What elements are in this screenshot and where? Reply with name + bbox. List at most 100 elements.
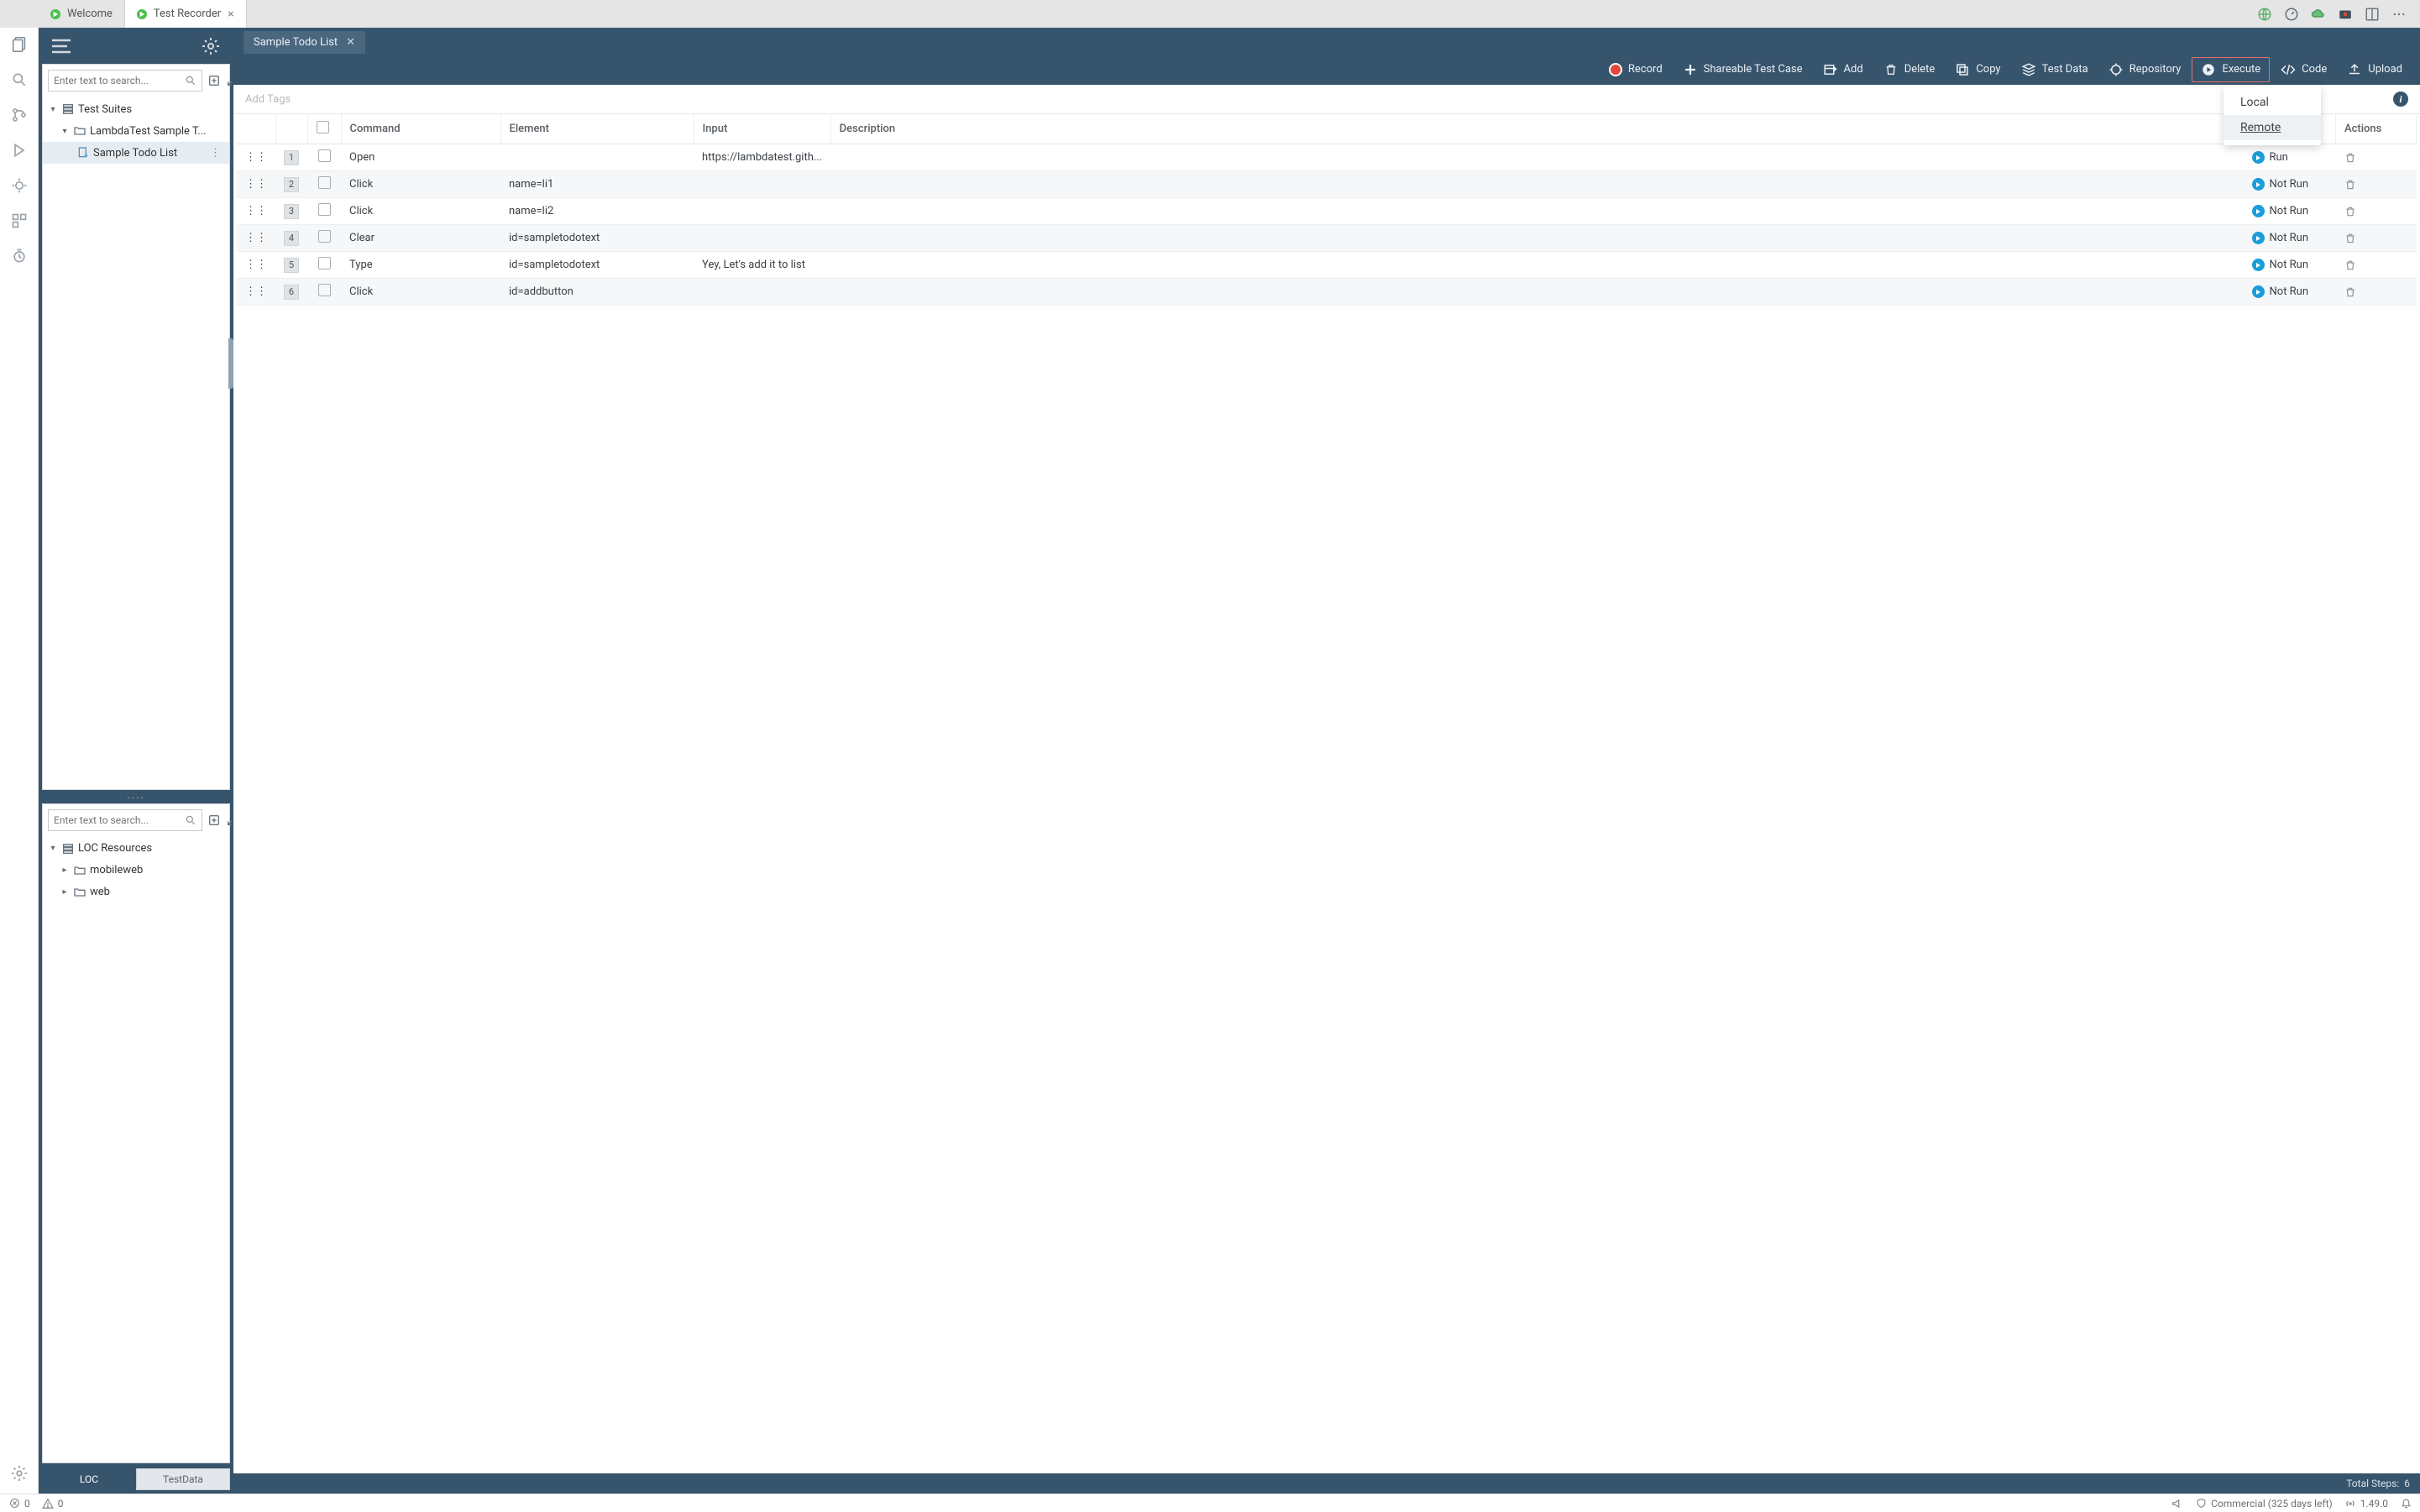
tab-test-recorder[interactable]: Test Recorder × — [125, 0, 247, 28]
cell-description[interactable] — [830, 171, 2243, 198]
play-step-icon[interactable] — [2252, 285, 2265, 298]
settings-icon[interactable] — [9, 1463, 29, 1483]
cell-description[interactable] — [830, 279, 2243, 306]
debug-icon[interactable] — [9, 175, 29, 196]
testdata-button[interactable]: Test Data — [2012, 57, 2098, 82]
cell-command[interactable]: Open — [341, 144, 500, 171]
feedback-button[interactable] — [2171, 1498, 2183, 1509]
table-row[interactable]: ⋮⋮5Typeid=sampletodotextYey, Let's add i… — [237, 252, 2417, 279]
table-row[interactable]: ⋮⋮6Clickid=addbuttonNot Run — [237, 279, 2417, 306]
row-checkbox[interactable] — [318, 230, 331, 243]
tree-folder-lambdatest[interactable]: ▾ LambdaTest Sample T... — [43, 120, 229, 142]
side-tab-loc[interactable]: LOC — [42, 1468, 136, 1490]
timer-icon[interactable] — [9, 246, 29, 266]
delete-step-button[interactable] — [2336, 279, 2417, 306]
warnings-counter[interactable]: 0 — [42, 1498, 64, 1509]
shareable-button[interactable]: Shareable Test Case — [1674, 57, 1812, 82]
delete-step-button[interactable] — [2336, 171, 2417, 198]
license-status[interactable]: Commercial (325 days left) — [2195, 1498, 2333, 1509]
add-icon[interactable] — [207, 73, 221, 88]
cell-description[interactable] — [830, 252, 2243, 279]
execute-button[interactable]: Execute — [2192, 57, 2270, 82]
source-control-icon[interactable] — [9, 105, 29, 125]
errors-counter[interactable]: 0 — [8, 1498, 30, 1509]
cell-command[interactable]: Click — [341, 171, 500, 198]
drag-handle-icon[interactable]: ⋮⋮ — [237, 225, 275, 252]
globe-icon[interactable] — [2257, 7, 2272, 22]
cell-command[interactable]: Click — [341, 279, 500, 306]
cell-input[interactable] — [694, 279, 830, 306]
drag-handle-icon[interactable]: ⋮⋮ — [237, 171, 275, 198]
cloud-icon[interactable] — [2311, 7, 2326, 22]
cell-element[interactable]: id=sampletodotext — [500, 252, 694, 279]
copy-button[interactable]: Copy — [1946, 57, 2009, 82]
row-checkbox[interactable] — [318, 149, 331, 162]
add-icon[interactable] — [207, 813, 221, 828]
more-icon[interactable] — [2391, 7, 2407, 22]
table-row[interactable]: ⋮⋮4Clearid=sampletodotextNot Run — [237, 225, 2417, 252]
tree-root-test-suites[interactable]: ▾ Test Suites — [43, 98, 229, 120]
cell-input[interactable] — [694, 198, 830, 225]
dropdown-item-remote[interactable]: Remote — [2224, 115, 2321, 140]
gauge-icon[interactable] — [2284, 7, 2299, 22]
table-row[interactable]: ⋮⋮3Clickname=li2Not Run — [237, 198, 2417, 225]
cell-element[interactable]: name=li1 — [500, 171, 694, 198]
cell-input[interactable]: Yey, Let's add it to list — [694, 252, 830, 279]
cell-element[interactable]: name=li2 — [500, 198, 694, 225]
tree-root-loc-resources[interactable]: ▾ LOC Resources — [43, 838, 229, 860]
table-row[interactable]: ⋮⋮2Clickname=li1Not Run — [237, 171, 2417, 198]
search-icon[interactable] — [9, 70, 29, 90]
search-resources-input[interactable] — [48, 809, 202, 831]
delete-step-button[interactable] — [2336, 252, 2417, 279]
side-tab-testdata[interactable]: TestData — [136, 1468, 230, 1490]
play-step-icon[interactable] — [2252, 259, 2265, 271]
cell-command[interactable]: Click — [341, 198, 500, 225]
repository-button[interactable]: Repository — [2099, 57, 2191, 82]
tree-folder-mobileweb[interactable]: ▸ mobileweb — [43, 860, 229, 882]
row-checkbox[interactable] — [318, 176, 331, 189]
extensions-icon[interactable] — [9, 211, 29, 231]
delete-step-button[interactable] — [2336, 225, 2417, 252]
camera-icon[interactable] — [2338, 7, 2353, 22]
run-icon[interactable] — [9, 140, 29, 160]
tags-input[interactable]: Add Tags — [245, 93, 291, 106]
code-button[interactable]: Code — [2271, 57, 2336, 82]
notifications-button[interactable] — [2400, 1498, 2412, 1509]
drag-handle-icon[interactable]: ⋮⋮ — [237, 279, 275, 306]
cell-description[interactable] — [830, 198, 2243, 225]
dropdown-item-local[interactable]: Local — [2224, 90, 2321, 115]
search-suites-input[interactable] — [48, 70, 202, 92]
tree-item-sample-todo[interactable]: Sample Todo List ⋮ — [43, 142, 229, 164]
play-step-icon[interactable] — [2252, 178, 2265, 191]
cell-element[interactable]: id=sampletodotext — [500, 225, 694, 252]
layout-icon[interactable] — [2365, 7, 2380, 22]
close-icon[interactable]: ✕ — [346, 36, 355, 49]
play-step-icon[interactable] — [2252, 232, 2265, 244]
drag-handle-icon[interactable]: ⋮⋮ — [237, 252, 275, 279]
version-status[interactable]: 1.49.0 — [2344, 1498, 2388, 1509]
play-step-icon[interactable] — [2252, 151, 2265, 164]
explorer-icon[interactable] — [9, 34, 29, 55]
menu-icon[interactable] — [50, 35, 72, 57]
more-icon[interactable]: ⋮ — [207, 147, 224, 160]
cell-element[interactable] — [500, 144, 694, 171]
cell-description[interactable] — [830, 144, 2243, 171]
info-icon[interactable]: i — [2393, 92, 2408, 107]
cell-command[interactable]: Clear — [341, 225, 500, 252]
row-checkbox[interactable] — [318, 257, 331, 269]
collapse-handle[interactable] — [228, 338, 233, 389]
delete-step-button[interactable] — [2336, 198, 2417, 225]
record-button[interactable]: Record — [1600, 57, 1672, 82]
cell-description[interactable] — [830, 225, 2243, 252]
tree-folder-web[interactable]: ▸ web — [43, 882, 229, 903]
close-icon[interactable]: × — [228, 8, 233, 21]
row-checkbox[interactable] — [318, 203, 331, 216]
editor-tab-sample-todo[interactable]: Sample Todo List ✕ — [244, 31, 365, 54]
upload-button[interactable]: Upload — [2338, 57, 2412, 82]
cell-command[interactable]: Type — [341, 252, 500, 279]
cell-element[interactable]: id=addbutton — [500, 279, 694, 306]
delete-step-button[interactable] — [2336, 144, 2417, 171]
gear-icon[interactable] — [200, 35, 222, 57]
play-step-icon[interactable] — [2252, 205, 2265, 217]
split-handle[interactable] — [39, 795, 233, 803]
